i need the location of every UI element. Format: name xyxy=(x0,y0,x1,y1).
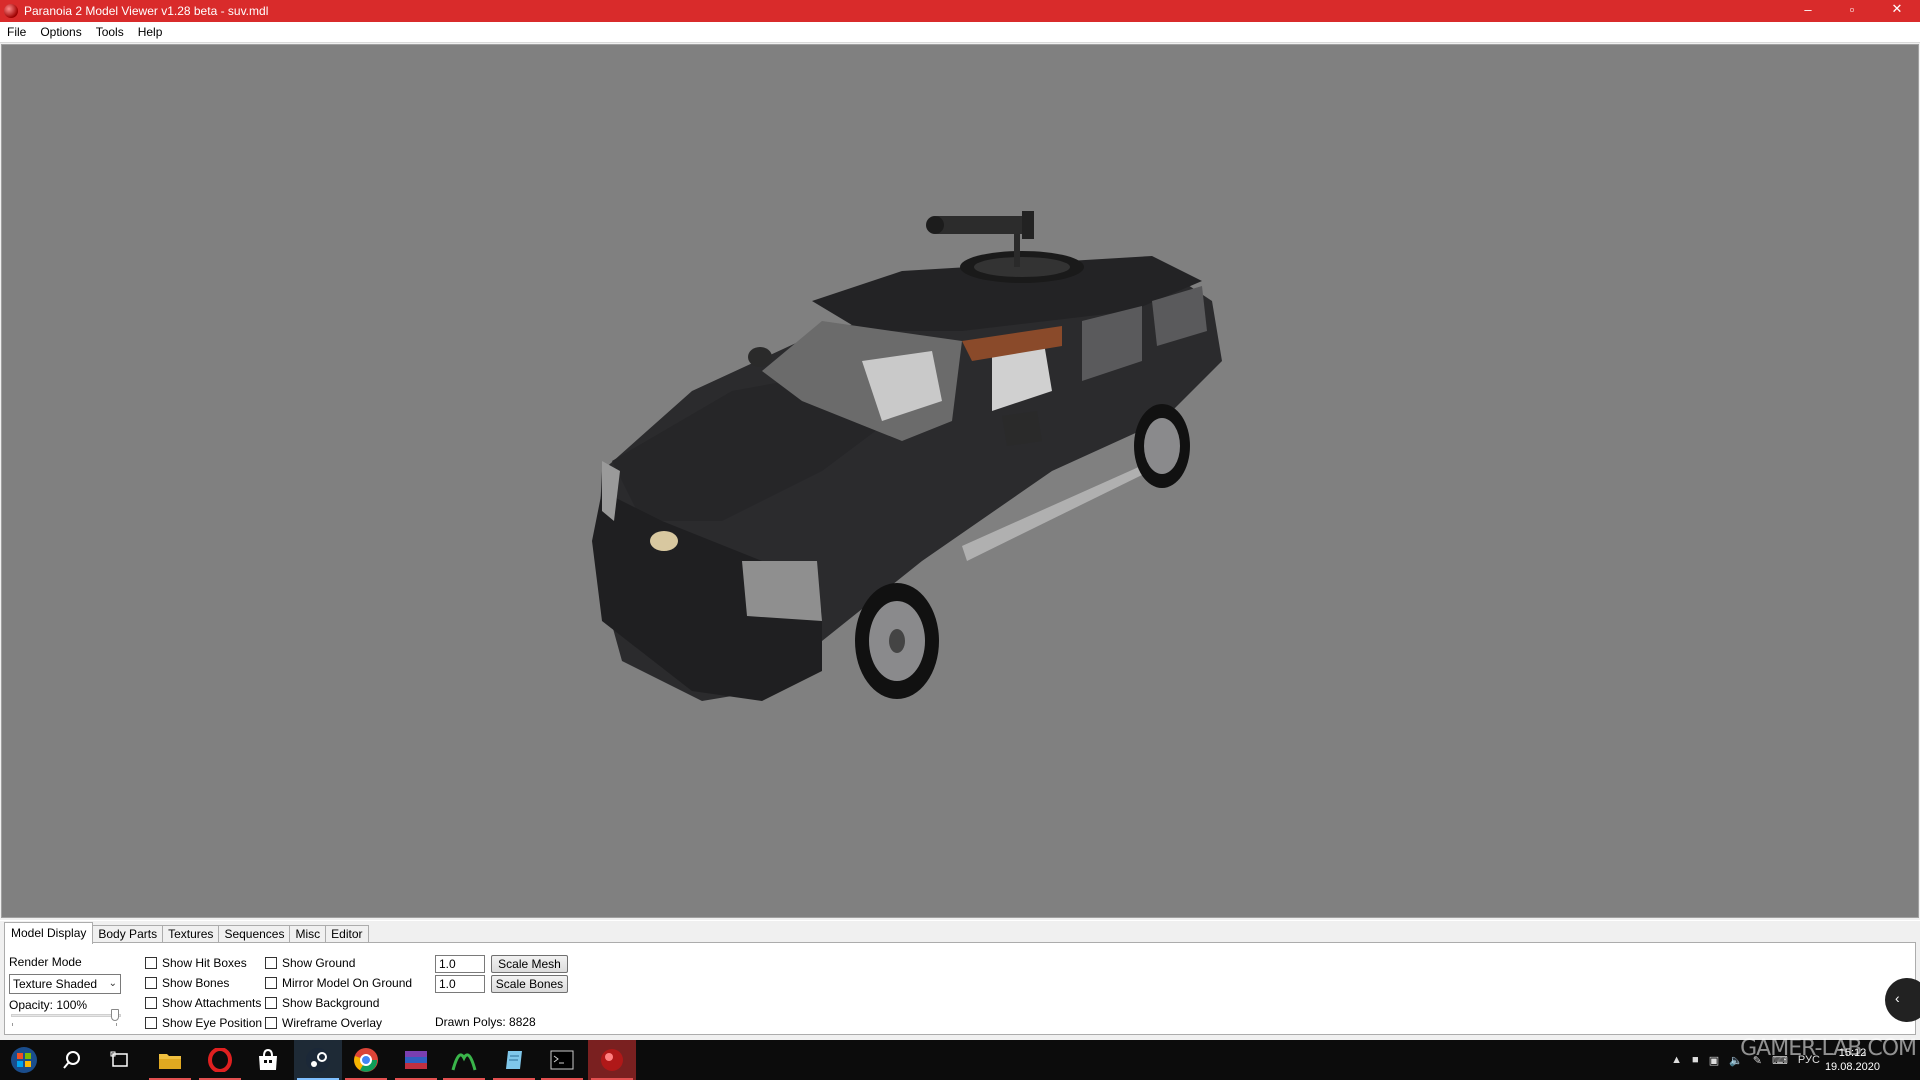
app-icon xyxy=(4,4,18,18)
show-attachments-checkbox[interactable]: Show Attachments xyxy=(145,996,261,1010)
model-display-page: Render Mode Texture Shaded ⌄ Opacity: 10… xyxy=(4,942,1920,1035)
file-explorer-icon[interactable] xyxy=(146,1040,194,1080)
checkbox-label: Mirror Model On Ground xyxy=(282,976,413,990)
show-background-checkbox[interactable]: Show Background xyxy=(265,996,379,1010)
watermark-logo: GAMER-LAB.COM xyxy=(1740,1036,1917,1061)
title-bar[interactable]: Paranoia 2 Model Viewer v1.28 beta - suv… xyxy=(0,0,1920,22)
window-controls: – ▫ ✕ xyxy=(1786,0,1920,20)
clock-date: 19.08.2020 xyxy=(1824,1061,1880,1073)
window-title: Paranoia 2 Model Viewer v1.28 beta - suv… xyxy=(24,4,269,18)
checkbox-label: Show Eye Position xyxy=(162,1016,263,1030)
menu-help[interactable]: Help xyxy=(131,22,170,42)
menu-options[interactable]: Options xyxy=(33,22,88,42)
chrome-icon[interactable] xyxy=(342,1040,390,1080)
task-view-icon[interactable] xyxy=(96,1040,144,1080)
checkbox-box[interactable] xyxy=(145,957,157,969)
side-overlay-button[interactable]: ‹ xyxy=(1885,978,1920,1022)
checkbox-label: Wireframe Overlay xyxy=(282,1016,383,1030)
scale-bones-input[interactable]: 1.0 xyxy=(435,975,485,993)
model-viewport[interactable] xyxy=(1,44,1919,918)
archiver-icon[interactable] xyxy=(392,1040,440,1080)
opacity-slider-track[interactable] xyxy=(11,1014,121,1017)
terminal-icon[interactable] xyxy=(538,1040,586,1080)
show-bones-checkbox[interactable]: Show Bones xyxy=(145,976,229,990)
checkbox-box[interactable] xyxy=(265,997,277,1009)
close-button[interactable]: ✕ xyxy=(1874,0,1920,18)
checkbox-label: Show Attachments xyxy=(162,996,262,1010)
search-icon[interactable] xyxy=(48,1040,96,1080)
render-mode-value: Texture Shaded xyxy=(13,977,98,991)
show-hit-boxes-checkbox[interactable]: Show Hit Boxes xyxy=(145,956,247,970)
checkbox-box[interactable] xyxy=(265,1017,277,1029)
render-mode-select[interactable]: Texture Shaded ⌄ xyxy=(9,974,121,994)
checkbox-box[interactable] xyxy=(265,977,277,989)
slider-tick xyxy=(116,1023,117,1026)
start-icon[interactable] xyxy=(0,1040,48,1080)
store-icon[interactable] xyxy=(244,1040,292,1080)
chevron-down-icon: ⌄ xyxy=(108,978,117,989)
menu-file[interactable]: File xyxy=(0,22,33,42)
checkbox-label: Show Ground xyxy=(282,956,356,970)
show-eye-position-checkbox[interactable]: Show Eye Position xyxy=(145,1016,262,1030)
menu-tools[interactable]: Tools xyxy=(89,22,131,42)
steam-icon[interactable] xyxy=(294,1040,342,1080)
maximize-button[interactable]: ▫ xyxy=(1830,0,1874,18)
suv-model-render xyxy=(592,211,1222,701)
minimize-button[interactable]: – xyxy=(1786,0,1830,18)
scale-mesh-button[interactable]: Scale Mesh xyxy=(491,955,568,973)
notepad-icon[interactable] xyxy=(490,1040,538,1080)
checkbox-box[interactable] xyxy=(265,957,277,969)
checkbox-label: Show Bones xyxy=(162,976,230,990)
checkbox-box[interactable] xyxy=(145,1017,157,1029)
tab-strip: Model Display Body Parts Textures Sequen… xyxy=(4,922,369,944)
checkbox-box[interactable] xyxy=(145,997,157,1009)
wireframe-overlay-checkbox[interactable]: Wireframe Overlay xyxy=(265,1016,382,1030)
paranoia-viewer-icon[interactable] xyxy=(588,1040,636,1080)
checkbox-box[interactable] xyxy=(145,977,157,989)
show-ground-checkbox[interactable]: Show Ground xyxy=(265,956,355,970)
drawn-polys-label: Drawn Polys: 8828 xyxy=(435,1015,536,1029)
mirror-model-checkbox[interactable]: Mirror Model On Ground xyxy=(265,976,412,990)
scale-mesh-input[interactable]: 1.0 xyxy=(435,955,485,973)
network-icon[interactable]: ▣ xyxy=(1709,1054,1719,1067)
tray-overflow-icon[interactable]: ▲ xyxy=(1671,1054,1682,1066)
opera-icon[interactable] xyxy=(196,1040,244,1080)
opacity-label: Opacity: 100% xyxy=(9,998,88,1012)
chevron-left-icon: ‹ xyxy=(1895,990,1900,1006)
control-panel: Model Display Body Parts Textures Sequen… xyxy=(0,920,1920,1036)
checkbox-label: Show Background xyxy=(282,996,380,1010)
taskbar: ▲ ■ ▣ 🔈 ✎ ⌨ РУС 15:12 19.08.2020 xyxy=(0,1040,1920,1080)
scale-bones-button[interactable]: Scale Bones xyxy=(491,975,568,993)
slider-tick xyxy=(12,1023,13,1026)
render-mode-label: Render Mode xyxy=(9,955,82,969)
tab-model-display[interactable]: Model Display xyxy=(4,922,94,944)
checkbox-label: Show Hit Boxes xyxy=(162,956,247,970)
menu-bar: File Options Tools Help xyxy=(0,22,1920,43)
opacity-slider-thumb[interactable] xyxy=(111,1009,119,1021)
green-app-icon[interactable] xyxy=(440,1040,488,1080)
tray-app-icon[interactable]: ■ xyxy=(1692,1054,1699,1066)
